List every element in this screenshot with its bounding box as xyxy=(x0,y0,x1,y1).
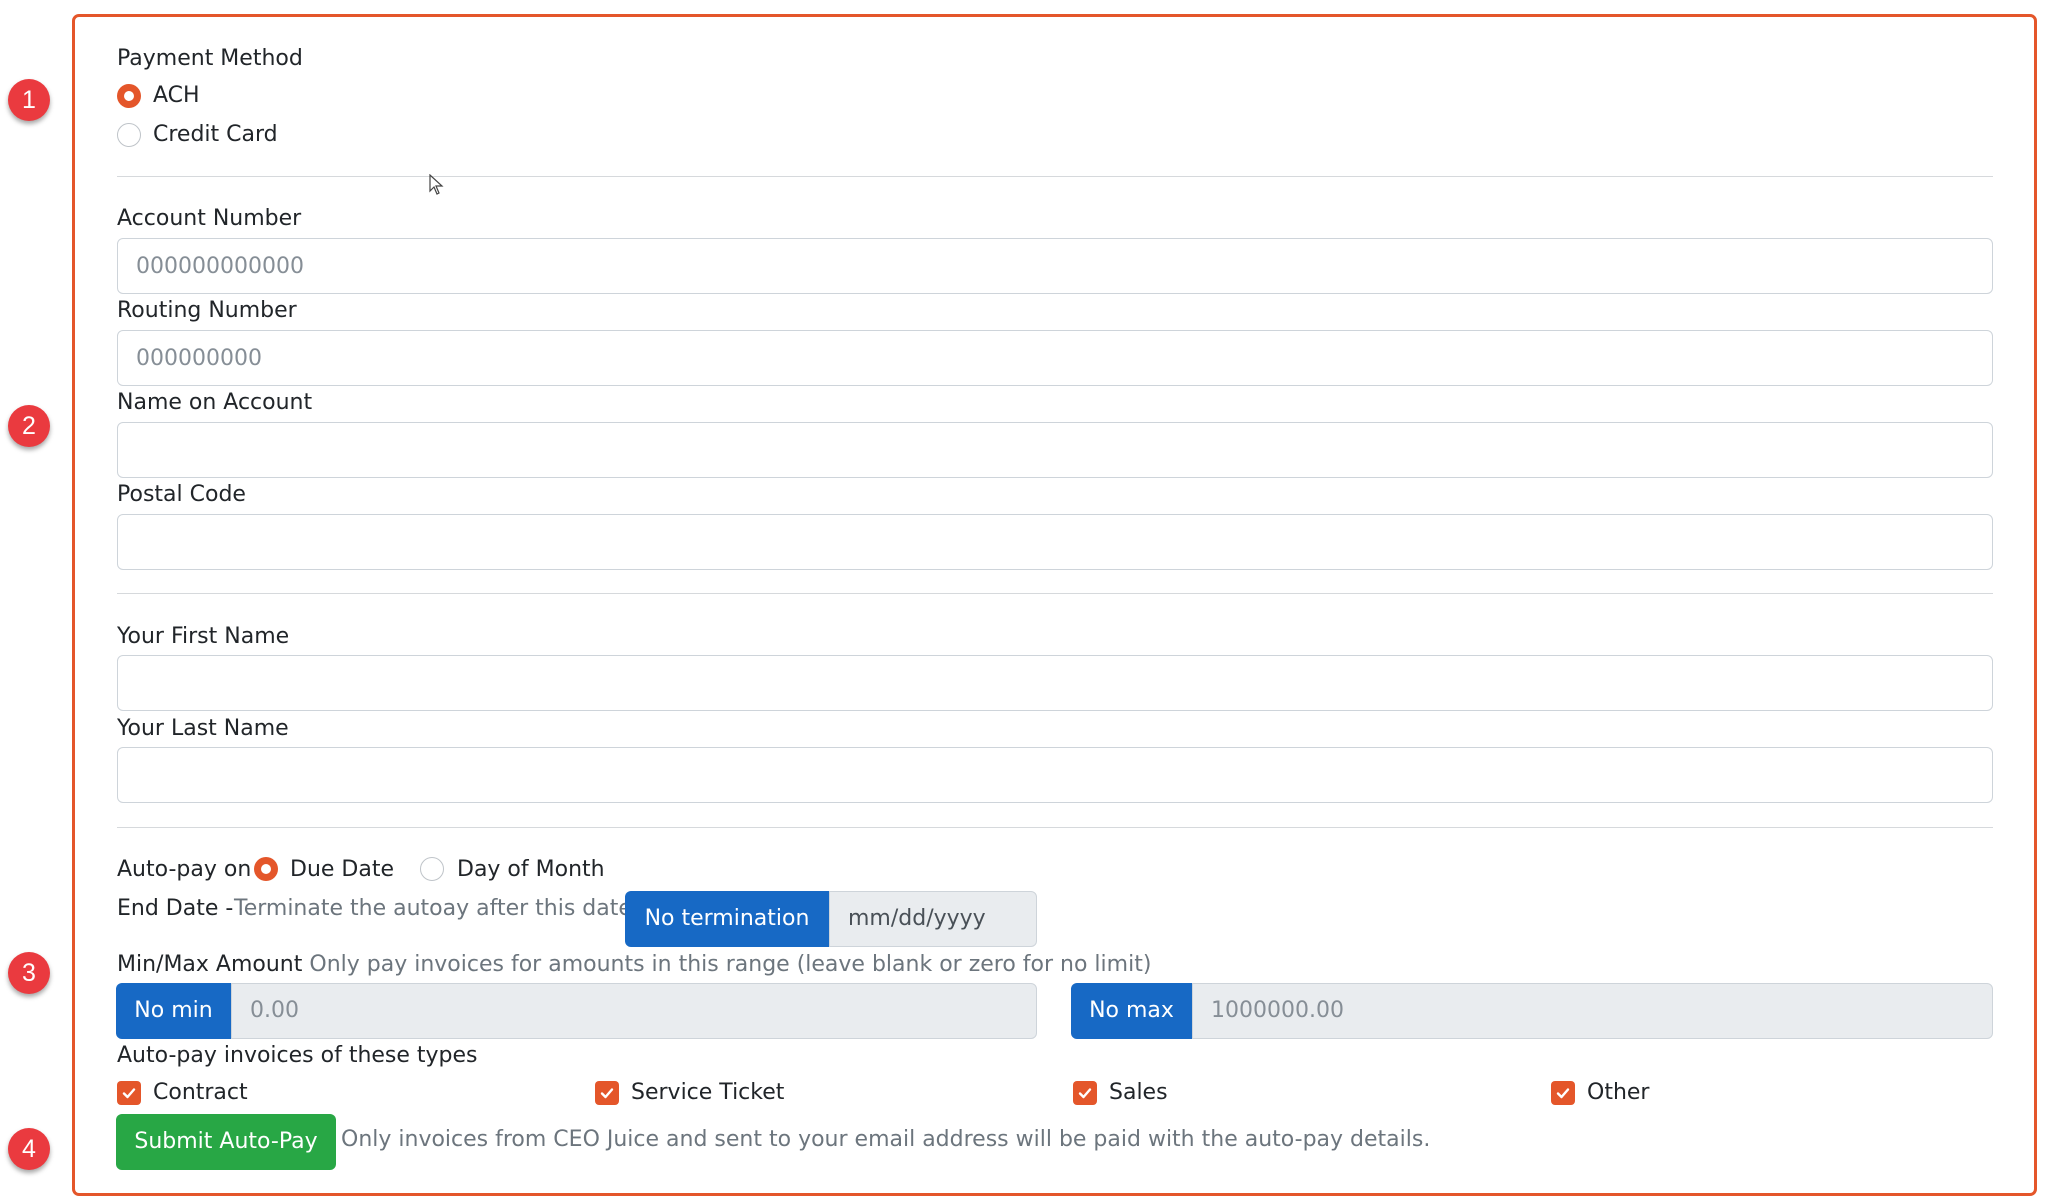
payment-method-title: Payment Method xyxy=(117,46,303,71)
checkbox-contract[interactable] xyxy=(117,1081,141,1105)
radio-credit-card-label[interactable]: Credit Card xyxy=(153,122,278,147)
radio-day-of-month-label[interactable]: Day of Month xyxy=(457,857,605,882)
divider xyxy=(117,827,1993,828)
step-badge-4: 4 xyxy=(8,1128,50,1170)
postal-code-input[interactable] xyxy=(117,514,1993,570)
step-badge-2: 2 xyxy=(8,405,50,447)
step-badge-1: 1 xyxy=(8,79,50,121)
radio-due-date[interactable] xyxy=(254,857,278,881)
checkbox-contract-label[interactable]: Contract xyxy=(153,1080,248,1105)
routing-number-label: Routing Number xyxy=(117,298,297,323)
routing-number-input[interactable] xyxy=(117,330,1993,386)
checkmark-icon xyxy=(1078,1088,1092,1099)
end-date-hint: Terminate the autoay after this date xyxy=(234,896,632,921)
checkbox-sales[interactable] xyxy=(1073,1081,1097,1105)
radio-ach-label[interactable]: ACH xyxy=(153,83,200,108)
max-amount-input[interactable]: 1000000.00 xyxy=(1192,983,1993,1039)
last-name-input[interactable] xyxy=(117,747,1993,803)
account-number-input[interactable] xyxy=(117,238,1993,294)
submit-note: Only invoices from CEO Juice and sent to… xyxy=(341,1127,1431,1152)
min-amount-input[interactable]: 0.00 xyxy=(231,983,1037,1039)
divider xyxy=(117,593,1993,594)
first-name-label: Your First Name xyxy=(117,624,290,649)
step-badge-3: 3 xyxy=(8,952,50,994)
no-min-button[interactable]: No min xyxy=(116,983,231,1039)
postal-code-label: Postal Code xyxy=(117,482,246,507)
mouse-cursor-icon xyxy=(429,174,444,195)
checkbox-other[interactable] xyxy=(1551,1081,1575,1105)
no-termination-button[interactable]: No termination xyxy=(625,891,829,947)
account-number-label: Account Number xyxy=(117,206,302,231)
checkmark-icon xyxy=(1556,1088,1570,1099)
radio-ach[interactable] xyxy=(117,84,141,108)
first-name-input[interactable] xyxy=(117,655,1993,711)
radio-due-date-label[interactable]: Due Date xyxy=(290,857,394,882)
invoice-types-label: Auto-pay invoices of these types xyxy=(117,1043,478,1068)
minmax-title: Min/Max Amount xyxy=(117,952,303,977)
checkbox-sales-label[interactable]: Sales xyxy=(1109,1080,1168,1105)
end-date-label: End Date - xyxy=(117,896,234,921)
name-on-account-input[interactable] xyxy=(117,422,1993,478)
checkbox-service-ticket-label[interactable]: Service Ticket xyxy=(631,1080,784,1105)
autopay-on-label: Auto-pay on xyxy=(117,857,252,882)
radio-credit-card[interactable] xyxy=(117,123,141,147)
end-date-input[interactable]: mm/dd/yyyy xyxy=(829,891,1037,947)
radio-day-of-month[interactable] xyxy=(420,857,444,881)
divider xyxy=(117,176,1993,177)
minmax-hint: Only pay invoices for amounts in this ra… xyxy=(309,952,1152,977)
checkbox-other-label[interactable]: Other xyxy=(1587,1080,1649,1105)
name-on-account-label: Name on Account xyxy=(117,390,313,415)
no-max-button[interactable]: No max xyxy=(1071,983,1192,1039)
checkmark-icon xyxy=(600,1088,614,1099)
last-name-label: Your Last Name xyxy=(117,716,289,741)
checkmark-icon xyxy=(122,1088,136,1099)
checkbox-service-ticket[interactable] xyxy=(595,1081,619,1105)
submit-autopay-button[interactable]: Submit Auto-Pay xyxy=(116,1114,336,1170)
minmax-label: Min/Max Amount Only pay invoices for amo… xyxy=(117,952,1151,977)
